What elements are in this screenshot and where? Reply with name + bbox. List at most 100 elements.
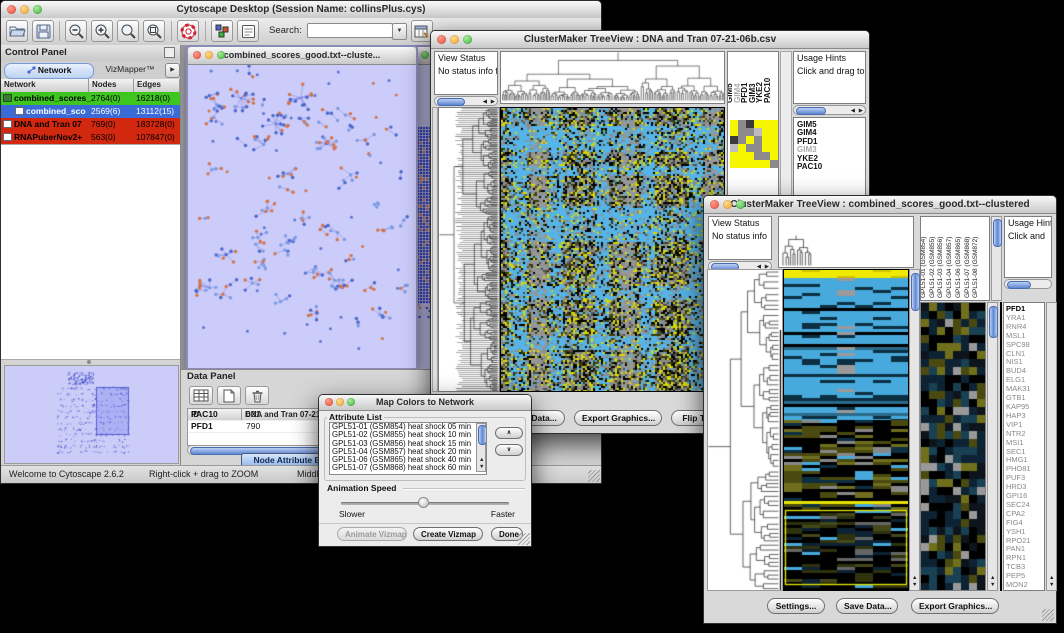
- gene-label[interactable]: SPC98: [1006, 341, 1044, 350]
- gene-label[interactable]: PAC10: [797, 163, 865, 171]
- zoom-selected-icon[interactable]: [143, 20, 165, 42]
- gene-label[interactable]: GIM3: [797, 146, 865, 154]
- export-graphics-button[interactable]: Export Graphics...: [911, 598, 999, 614]
- column-header-edges[interactable]: Edges: [134, 79, 180, 92]
- close-icon[interactable]: [710, 200, 719, 209]
- close-icon[interactable]: [325, 398, 333, 406]
- minimize-icon[interactable]: [20, 5, 29, 14]
- help-icon[interactable]: [177, 20, 199, 42]
- zoom-in-icon[interactable]: [91, 20, 113, 42]
- birdseye-canvas[interactable]: [5, 366, 176, 461]
- attribute-list[interactable]: GPL51-01 (GSM854) heat shock 05 minGPL51…: [329, 422, 487, 475]
- annotation-icon[interactable]: [237, 20, 259, 42]
- gene-label[interactable]: HAP3: [1006, 412, 1044, 421]
- zoom-window-icon[interactable]: [33, 5, 42, 14]
- scroll-up-icon[interactable]: ▲: [479, 457, 484, 463]
- move-down-button[interactable]: ∨: [495, 444, 523, 456]
- minimize-icon[interactable]: [205, 51, 213, 59]
- gene-label[interactable]: RPN1: [1006, 554, 1044, 563]
- main-titlebar[interactable]: Cytoscape Desktop (Session Name: collins…: [1, 1, 601, 19]
- scroll-right-icon[interactable]: ▶: [859, 108, 863, 114]
- network-view-window[interactable]: combined_scores_good.txt--cluste...: [186, 45, 418, 369]
- column-header-network[interactable]: Network: [1, 79, 89, 92]
- network-list-item[interactable]: DNA and Tran 07769(0)183728(0): [1, 118, 180, 131]
- close-icon[interactable]: [437, 35, 446, 44]
- trash-icon[interactable]: [245, 386, 269, 405]
- gene-label[interactable]: NIS1: [1006, 358, 1044, 367]
- gene-label[interactable]: PFD1: [1006, 305, 1044, 314]
- column-header-nodes[interactable]: Nodes: [89, 79, 134, 92]
- gene-label[interactable]: YKE2: [797, 155, 865, 163]
- gene-label[interactable]: HRD3: [1006, 483, 1044, 492]
- resize-grip[interactable]: [588, 470, 600, 482]
- view-status-scrollbar[interactable]: ◀ ▶: [434, 96, 498, 106]
- zoom-window-icon[interactable]: [463, 35, 472, 44]
- gene-label[interactable]: HMG1: [1006, 456, 1044, 465]
- gene-label[interactable]: PHO81: [1006, 465, 1044, 474]
- treeview2-titlebar[interactable]: ClusterMaker TreeView : combined_scores_…: [704, 196, 1056, 214]
- attribute-list-item[interactable]: GPL51-07 (GSM868) heat shock 60 min: [332, 464, 486, 472]
- zoom-fit-icon[interactable]: [117, 20, 139, 42]
- gene-label[interactable]: SEC1: [1006, 448, 1044, 457]
- export-graphics-button[interactable]: Export Graphics...: [574, 410, 662, 426]
- tab-vizmapper[interactable]: VizMapper™: [97, 63, 163, 77]
- row-dendrogram-panel[interactable]: [438, 107, 500, 392]
- network1-titlebar[interactable]: combined_scores_good.txt--cluste...: [188, 47, 416, 65]
- zoom-vscrollbar[interactable]: ▲ ▼: [987, 302, 998, 591]
- gene-label[interactable]: FIG4: [1006, 519, 1044, 528]
- attribute-list-vscrollbar[interactable]: ▲ ▼: [476, 423, 486, 472]
- usage-hints-scrollbar[interactable]: [1004, 279, 1052, 289]
- scroll-down-icon[interactable]: ▼: [990, 582, 995, 588]
- save-data-button[interactable]: Save Data...: [836, 598, 898, 614]
- search-input[interactable]: [307, 23, 393, 38]
- scroll-left-icon[interactable]: ◀: [483, 99, 487, 105]
- speed-slider-thumb[interactable]: [418, 497, 429, 508]
- move-up-button[interactable]: ∧: [495, 427, 523, 439]
- gene-label[interactable]: BUD4: [1006, 367, 1044, 376]
- zoom-window-icon[interactable]: [347, 398, 355, 406]
- gene-label[interactable]: ELG1: [1006, 376, 1044, 385]
- gene-label[interactable]: PUF3: [1006, 474, 1044, 483]
- scroll-up-icon[interactable]: ▲: [990, 575, 995, 581]
- vizmapper-icon[interactable]: [211, 20, 233, 42]
- gene-label[interactable]: RPO21: [1006, 537, 1044, 546]
- search-dropdown-icon[interactable]: ▼: [392, 23, 407, 40]
- network-list-item[interactable]: combined_sco2569(6)13112(15): [1, 105, 180, 118]
- gene-label[interactable]: YRA1: [1006, 314, 1044, 323]
- gene-label[interactable]: GIM4: [797, 129, 865, 137]
- heatmap-vscrollbar[interactable]: ▲ ▼: [909, 269, 920, 591]
- new-document-icon[interactable]: [217, 386, 241, 405]
- float-panel-icon[interactable]: [164, 47, 175, 58]
- gene-label[interactable]: MSL1: [1006, 332, 1044, 341]
- column-dendrogram-panel[interactable]: [778, 216, 914, 268]
- gene-label[interactable]: CLN1: [1006, 350, 1044, 359]
- usage-hints-scrollbar[interactable]: ◀ ▶: [793, 105, 866, 115]
- scroll-down-icon[interactable]: ▼: [479, 464, 484, 470]
- treeview1-titlebar[interactable]: ClusterMaker TreeView : DNA and Tran 07-…: [431, 31, 869, 49]
- gene-list-vscrollbar[interactable]: ▲ ▼: [1046, 302, 1057, 591]
- create-vizmap-button[interactable]: Create Vizmap: [413, 527, 483, 541]
- zoom-window-icon[interactable]: [217, 51, 225, 59]
- tab-network[interactable]: Network: [4, 63, 94, 79]
- network-list-item[interactable]: combined_scores_2764(0)16218(0): [1, 92, 180, 105]
- zoom-window-icon[interactable]: [421, 51, 429, 59]
- dialog-titlebar[interactable]: Map Colors to Network: [319, 395, 531, 411]
- splitter-handle[interactable]: [87, 360, 91, 364]
- selection-zoom-panel[interactable]: [920, 302, 986, 591]
- gene-label[interactable]: PFD1: [797, 138, 865, 146]
- gene-label[interactable]: GPI16: [1006, 492, 1044, 501]
- gene-label[interactable]: VIP1: [1006, 421, 1044, 430]
- similarity-matrix[interactable]: [730, 120, 778, 168]
- tab-overflow-button[interactable]: ▶: [165, 63, 180, 78]
- birdseye-view[interactable]: [4, 365, 179, 464]
- save-icon[interactable]: [32, 20, 54, 42]
- gene-label[interactable]: NTR2: [1006, 430, 1044, 439]
- zoom-out-icon[interactable]: [65, 20, 87, 42]
- network1-canvas[interactable]: [188, 65, 416, 368]
- minimize-icon[interactable]: [336, 398, 344, 406]
- scroll-left-icon[interactable]: ◀: [851, 108, 855, 114]
- gene-label[interactable]: KAP95: [1006, 403, 1044, 412]
- animate-vizmap-button[interactable]: Animate Vizmap: [337, 527, 407, 541]
- minimize-icon[interactable]: [723, 200, 732, 209]
- gene-label[interactable]: PAN1: [1006, 545, 1044, 554]
